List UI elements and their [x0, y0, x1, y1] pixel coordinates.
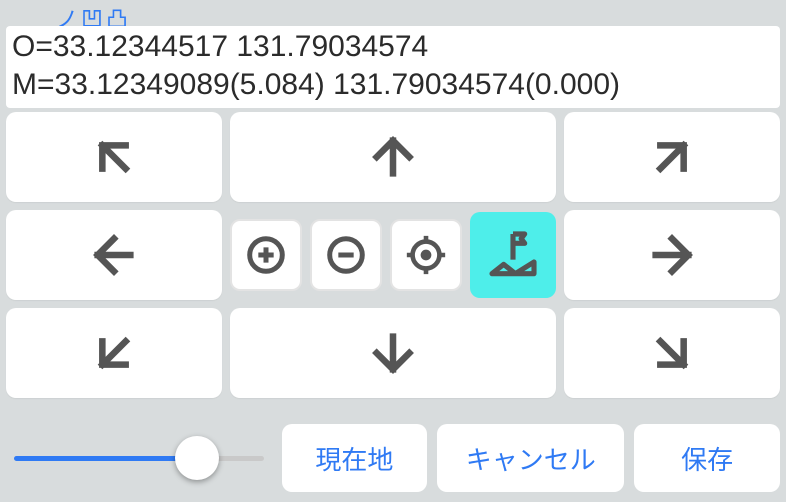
arrow-down-left-icon — [86, 325, 142, 381]
arrow-down-right-icon — [644, 325, 700, 381]
cancel-button[interactable]: キャンセル — [437, 424, 624, 492]
slider-thumb[interactable] — [175, 436, 219, 480]
save-button[interactable]: 保存 — [634, 424, 780, 492]
zoom-in-button[interactable] — [230, 219, 302, 291]
arrow-up-right-icon — [644, 129, 700, 185]
move-north-button[interactable] — [230, 112, 556, 202]
move-southeast-button[interactable] — [564, 308, 780, 398]
zoom-out-button[interactable] — [310, 219, 382, 291]
measured-coords: M=33.12349089(5.084) 131.79034574(0.000) — [12, 66, 774, 104]
flag-map-icon — [485, 227, 541, 283]
coordinate-readout: O=33.12344517 131.79034574 M=33.12349089… — [6, 26, 780, 108]
move-east-button[interactable] — [564, 210, 780, 300]
arrow-up-icon — [365, 129, 421, 185]
origin-coords: O=33.12344517 131.79034574 — [12, 28, 774, 66]
minus-circle-icon — [323, 232, 369, 278]
bottom-bar: 現在地 キャンセル 保存 — [6, 424, 780, 492]
arrow-left-icon — [86, 227, 142, 283]
current-location-button[interactable]: 現在地 — [282, 424, 428, 492]
zoom-slider[interactable] — [6, 424, 272, 492]
center-target-button[interactable] — [390, 219, 462, 291]
direction-pad — [6, 112, 780, 398]
arrow-up-left-icon — [86, 129, 142, 185]
center-tools — [230, 210, 556, 300]
move-south-button[interactable] — [230, 308, 556, 398]
move-west-button[interactable] — [6, 210, 222, 300]
slider-track-fill — [14, 456, 194, 461]
flag-map-button[interactable] — [470, 212, 556, 298]
crosshair-icon — [403, 232, 449, 278]
move-southwest-button[interactable] — [6, 308, 222, 398]
move-northeast-button[interactable] — [564, 112, 780, 202]
arrow-down-icon — [365, 325, 421, 381]
move-northwest-button[interactable] — [6, 112, 222, 202]
plus-circle-icon — [243, 232, 289, 278]
arrow-right-icon — [644, 227, 700, 283]
